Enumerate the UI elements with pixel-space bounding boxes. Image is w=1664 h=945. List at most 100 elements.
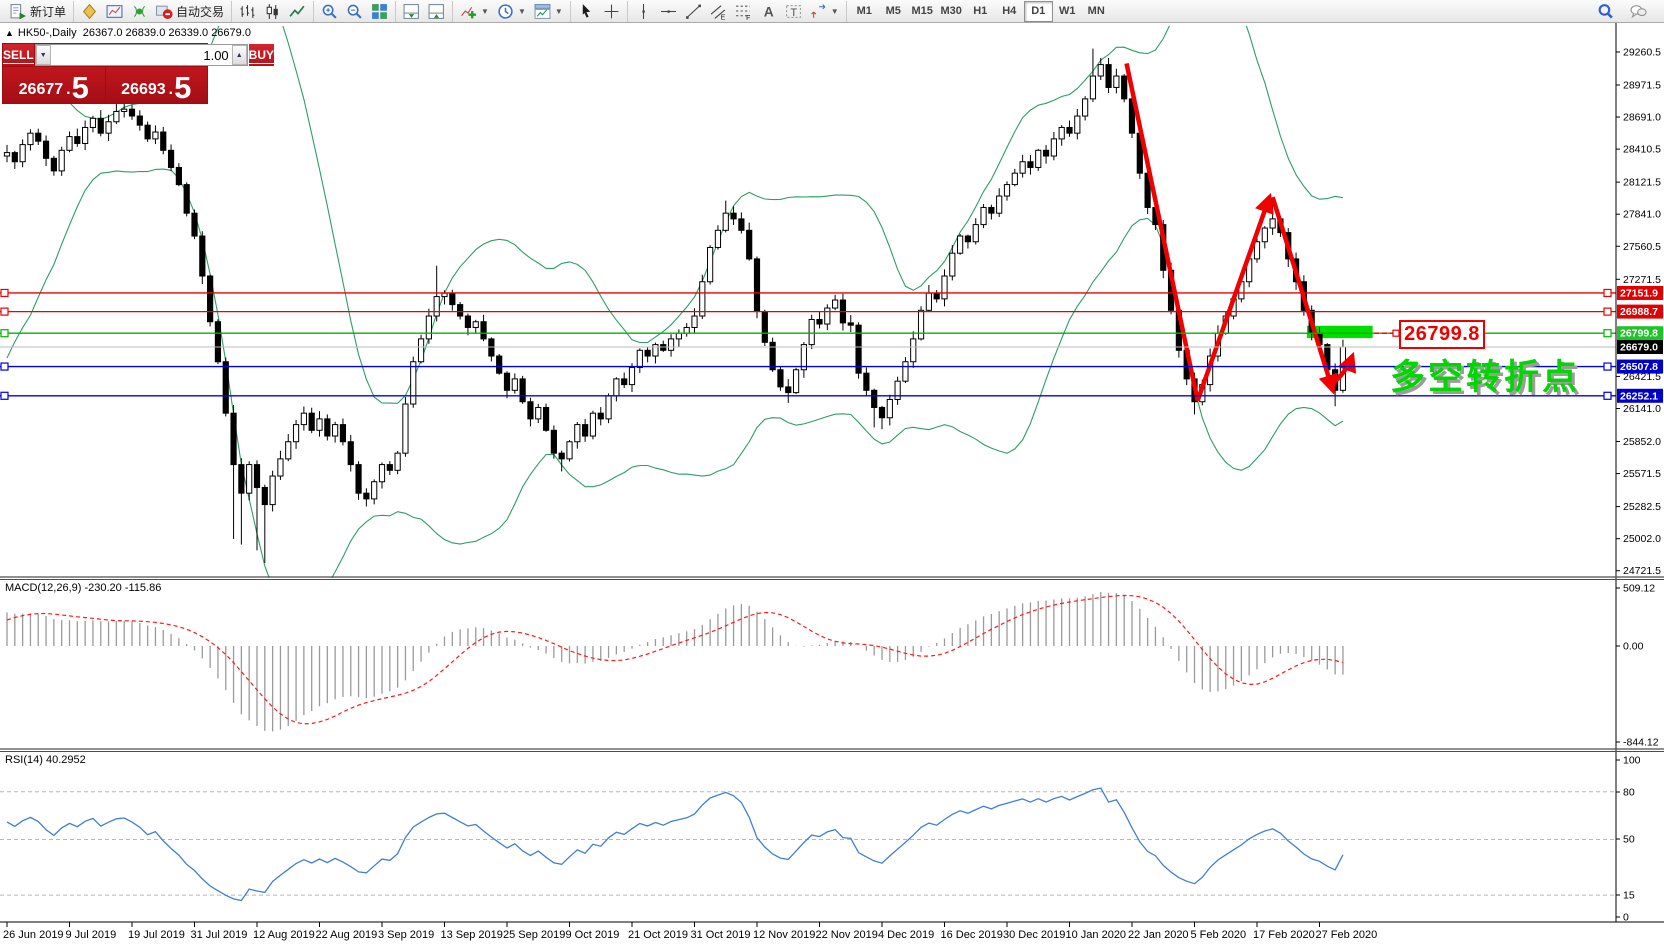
svg-text:A: A — [764, 3, 774, 19]
turning-point-annotation: 多空转折点 — [1390, 358, 1581, 397]
autotrading-button[interactable]: 自动交易 — [152, 1, 228, 22]
search-button[interactable] — [1593, 1, 1618, 22]
toolbar: 新订单 自动交易 ▼ ▼ ▼ E F A T ▼ M1 M5 M15 M30 H1 H4 D1 W1 MN — [0, 0, 1664, 23]
svg-text:80: 80 — [1623, 787, 1635, 799]
cursor-button[interactable] — [574, 1, 599, 22]
add-indicator-icon — [461, 6, 476, 18]
bar-chart-mode-button[interactable] — [235, 1, 260, 22]
vertical-line-button[interactable] — [631, 1, 656, 22]
price-callout-label[interactable]: 26799.8 — [1399, 320, 1485, 349]
volume-input[interactable] — [50, 45, 232, 65]
zoom-in-icon — [322, 4, 337, 19]
svg-text:12 Nov 2019: 12 Nov 2019 — [753, 929, 815, 941]
chart-window-icon — [106, 4, 123, 18]
chart-window-button[interactable] — [102, 1, 127, 22]
zoom-in-button[interactable] — [317, 1, 342, 22]
svg-text:22 Nov 2019: 22 Nov 2019 — [816, 929, 878, 941]
symbol-period-label: HK50-,Daily — [17, 27, 77, 39]
quote-panel-collapse-icon[interactable]: ▲ — [5, 28, 14, 38]
tf-M30[interactable]: M30 — [937, 1, 966, 22]
tf-M15[interactable]: M15 — [908, 1, 937, 22]
svg-text:27271.5: 27271.5 — [1623, 274, 1661, 286]
svg-text:27560.5: 27560.5 — [1623, 241, 1661, 253]
fibonacci-icon: F — [735, 5, 750, 20]
periods-button[interactable]: ▼ — [493, 1, 530, 22]
macd-label: MACD(12,26,9) -230.20 -115.86 — [5, 582, 162, 594]
volume-control: ▼ ▲ — [34, 44, 248, 66]
bar-chart-mode-icon — [240, 4, 255, 18]
templates-icon — [534, 3, 551, 19]
text-button[interactable]: A — [756, 1, 781, 22]
svg-text:26507.8: 26507.8 — [1620, 361, 1658, 373]
svg-text:5 Feb 2020: 5 Feb 2020 — [1191, 929, 1247, 941]
svg-text:-844.12: -844.12 — [1623, 737, 1659, 749]
svg-text:T: T — [790, 6, 797, 18]
svg-text:19 Jul 2019: 19 Jul 2019 — [128, 929, 185, 941]
add-indicator-button[interactable]: ▼ — [456, 1, 493, 22]
svg-text:30 Dec 2019: 30 Dec 2019 — [1003, 929, 1065, 941]
chat-button[interactable] — [1626, 1, 1651, 22]
tf-H1[interactable]: H1 — [966, 1, 995, 22]
line-chart-mode-button[interactable] — [285, 1, 310, 22]
svg-text:0.00: 0.00 — [1623, 641, 1644, 653]
new-order-button[interactable]: 新订单 — [6, 1, 70, 22]
periods-icon — [498, 3, 513, 19]
volume-decrease-button[interactable]: ▼ — [35, 45, 51, 65]
horizontal-line-button[interactable] — [656, 1, 681, 22]
symbols-icon — [82, 3, 97, 19]
svg-text:28691.0: 28691.0 — [1623, 112, 1661, 124]
indicator-window-add-button[interactable] — [399, 1, 424, 22]
text-icon: A — [764, 3, 774, 19]
buy-price[interactable]: 26693. 5 — [105, 67, 207, 103]
equidistant-channel-button[interactable]: E — [706, 1, 731, 22]
svg-text:509.12: 509.12 — [1623, 583, 1655, 595]
svg-text:29260.5: 29260.5 — [1623, 46, 1661, 58]
svg-text:4 Dec 2019: 4 Dec 2019 — [878, 929, 934, 941]
search-icon — [1598, 3, 1613, 19]
sell-button[interactable]: SELL — [3, 44, 34, 66]
svg-text:13 Sep 2019: 13 Sep 2019 — [441, 929, 503, 941]
trendline-button[interactable] — [681, 1, 706, 22]
tf-D1[interactable]: D1 — [1023, 0, 1053, 22]
symbols-button[interactable] — [77, 1, 102, 22]
templates-button[interactable]: ▼ — [530, 1, 567, 22]
svg-text:9 Oct 2019: 9 Oct 2019 — [566, 929, 620, 941]
tf-W1[interactable]: W1 — [1053, 1, 1082, 22]
svg-text:22 Aug 2019: 22 Aug 2019 — [316, 929, 378, 941]
svg-text:E: E — [720, 14, 725, 20]
tf-H4[interactable]: H4 — [995, 1, 1024, 22]
ohlc-values: 26367.0 26839.0 26339.0 26679.0 — [82, 27, 251, 39]
buy-button[interactable]: BUY — [248, 44, 275, 66]
sell-price[interactable]: 26677. 5 — [3, 67, 105, 103]
fibonacci-button[interactable]: F — [731, 1, 756, 22]
candlestick-mode-button[interactable] — [260, 1, 285, 22]
signal-button[interactable] — [127, 1, 152, 22]
svg-text:12 Aug 2019: 12 Aug 2019 — [253, 929, 315, 941]
volume-increase-button[interactable]: ▲ — [231, 45, 247, 65]
arrows-icon — [811, 3, 826, 18]
indicator-window-remove-button[interactable] — [424, 1, 449, 22]
crosshair-button[interactable] — [599, 1, 624, 22]
svg-text:31 Jul 2019: 31 Jul 2019 — [191, 929, 248, 941]
tf-MN[interactable]: MN — [1082, 1, 1111, 22]
text-label-icon: T — [785, 4, 801, 18]
text-label-button[interactable]: T — [781, 1, 806, 22]
svg-text:27 Feb 2020: 27 Feb 2020 — [1316, 929, 1378, 941]
vertical-line-icon — [642, 3, 645, 19]
tf-M1[interactable]: M1 — [850, 1, 879, 22]
svg-text:16 Dec 2019: 16 Dec 2019 — [941, 929, 1003, 941]
svg-text:24721.5: 24721.5 — [1623, 565, 1661, 577]
svg-text:100: 100 — [1623, 755, 1641, 767]
svg-text:17 Feb 2020: 17 Feb 2020 — [1253, 929, 1315, 941]
tile-windows-button[interactable] — [367, 1, 392, 22]
zoom-out-button[interactable] — [342, 1, 367, 22]
candlestick-mode-icon — [266, 3, 278, 19]
signal-icon — [134, 5, 146, 17]
svg-text:26141.0: 26141.0 — [1623, 403, 1661, 415]
svg-text:28971.5: 28971.5 — [1623, 80, 1661, 92]
svg-text:26799.8: 26799.8 — [1620, 328, 1658, 340]
chart-canvas[interactable]: 29260.5 28971.5 28691.0 28410.5 28121.5 27841… — [0, 0, 1664, 945]
arrows-button[interactable]: ▼ — [806, 1, 843, 22]
line-chart-mode-icon — [289, 5, 305, 17]
tf-M5[interactable]: M5 — [879, 1, 908, 22]
